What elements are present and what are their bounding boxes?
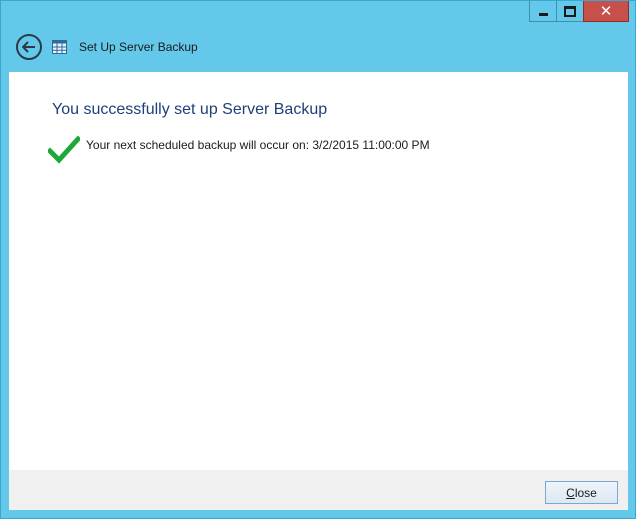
wizard-title: Set Up Server Backup — [79, 40, 198, 54]
close-button-accelerator: C — [566, 485, 575, 500]
server-backup-icon — [51, 39, 67, 55]
caption-buttons: ✕ — [529, 1, 629, 23]
checkmark-icon — [48, 136, 80, 164]
content-pane: You successfully set up Server Backup Yo… — [9, 72, 628, 470]
maximize-icon — [564, 5, 576, 17]
back-arrow-icon — [22, 41, 35, 53]
close-button[interactable]: Close — [545, 481, 618, 504]
schedule-status-text: Your next scheduled backup will occur on… — [86, 138, 430, 152]
minimize-icon — [538, 12, 548, 16]
close-icon: ✕ — [599, 3, 613, 20]
close-button-label: lose — [574, 485, 597, 500]
minimize-button[interactable] — [529, 1, 556, 22]
dialog-window: ✕ Set Up Server Backup You successfully … — [0, 0, 636, 519]
maximize-button[interactable] — [556, 1, 583, 22]
close-window-button[interactable]: ✕ — [583, 1, 629, 22]
wizard-header: Set Up Server Backup — [1, 23, 635, 71]
back-button[interactable] — [16, 34, 42, 60]
page-heading: You successfully set up Server Backup — [52, 101, 328, 118]
footer-bar: Close — [9, 470, 628, 510]
